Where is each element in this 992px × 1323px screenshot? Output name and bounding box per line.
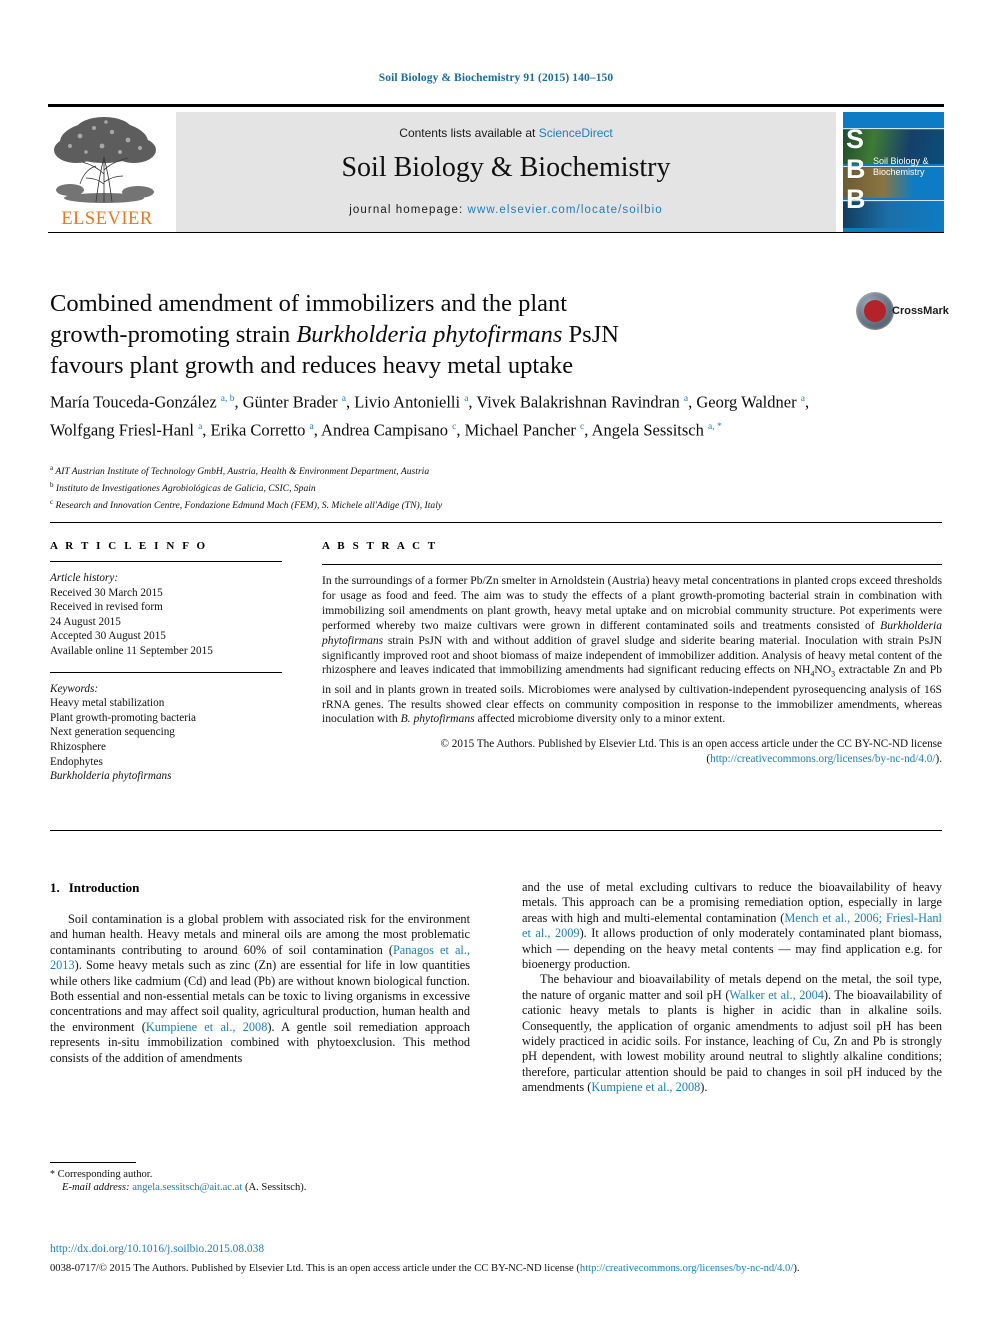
abstract-heading: A B S T R A C T bbox=[322, 540, 438, 552]
journal-cover-thumbnail: SBB Soil Biology & Biochemistry bbox=[843, 112, 944, 232]
history-item: Available online 11 September 2015 bbox=[50, 644, 213, 657]
affiliation-mark: c bbox=[50, 497, 54, 506]
history-item: Received 30 March 2015 bbox=[50, 586, 163, 599]
footnote-email-line: E-mail address: angela.sessitsch@ait.ac.… bbox=[50, 1181, 470, 1194]
keyword-item: Next generation sequencing bbox=[50, 726, 175, 739]
affiliation-list: a AIT Austrian Institute of Technology G… bbox=[50, 462, 810, 512]
contents-available-line: Contents lists available at ScienceDirec… bbox=[176, 126, 836, 140]
journal-reference: Soil Biology & Biochemistry 91 (2015) 14… bbox=[378, 72, 614, 84]
journal-masthead: ELSEVIER Contents lists available at Sci… bbox=[48, 104, 944, 234]
affiliation-item: b Instituto de Investigationes Agrobioló… bbox=[50, 479, 810, 496]
abstract-body: In the surroundings of a former Pb/Zn sm… bbox=[322, 574, 942, 726]
cover-journal-title: Soil Biology & Biochemistry bbox=[873, 156, 929, 177]
issn-copyright-line: 0038-0717/© 2015 The Authors. Published … bbox=[50, 1263, 800, 1274]
keywords-label: Keywords: bbox=[50, 682, 99, 695]
paragraph: Soil contamination is a global problem w… bbox=[50, 912, 470, 1065]
footnote-corresponding-line: * Corresponding author. bbox=[50, 1168, 470, 1181]
elsevier-wordmark: ELSEVIER bbox=[61, 209, 153, 229]
keyword-item-species: Burkholderia phytofirmans bbox=[50, 770, 172, 783]
homepage-url-link[interactable]: www.elsevier.com/locate/soilbio bbox=[468, 204, 663, 216]
masthead-bottom-rule bbox=[48, 232, 944, 233]
sciencedirect-link[interactable]: ScienceDirect bbox=[539, 126, 613, 140]
title-line-2-prefix: growth-promoting strain bbox=[50, 321, 297, 348]
crossmark-badge[interactable]: CrossMark bbox=[856, 292, 949, 338]
affiliation-text: Instituto de Investigationes Agrobiológi… bbox=[55, 482, 316, 494]
body-column-right: and the use of metal excluding cultivars… bbox=[522, 880, 942, 1096]
affiliation-text: Research and Innovation Centre, Fondazio… bbox=[55, 499, 443, 511]
email-link[interactable]: angela.sessitsch@ait.ac.at bbox=[132, 1182, 242, 1193]
article-history-label: Article history: bbox=[50, 572, 119, 584]
journal-homepage-line: journal homepage: www.elsevier.com/locat… bbox=[176, 204, 836, 216]
abstract-rule bbox=[322, 564, 942, 565]
masthead-center-panel: Contents lists available at ScienceDirec… bbox=[176, 112, 836, 232]
homepage-label: journal homepage: bbox=[349, 204, 468, 216]
crossmark-label: CrossMark bbox=[892, 305, 949, 317]
email-address-label: E-mail address: bbox=[62, 1182, 130, 1194]
abstract-column: A B S T R A C T In the surroundings of a… bbox=[322, 540, 942, 767]
doi-link[interactable]: http://dx.doi.org/10.1016/j.soilbio.2015… bbox=[50, 1243, 264, 1255]
corresponding-author-text: Corresponding author. bbox=[57, 1169, 153, 1180]
title-line-2-suffix: PsJN bbox=[562, 321, 619, 348]
journal-title: Soil Biology & Biochemistry bbox=[341, 152, 671, 183]
paragraph: and the use of metal excluding cultivars… bbox=[522, 880, 943, 972]
affiliation-text: AIT Austrian Institute of Technology Gmb… bbox=[55, 466, 430, 478]
affiliation-mark: b bbox=[50, 480, 54, 489]
affiliation-item: a AIT Austrian Institute of Technology G… bbox=[50, 462, 810, 479]
keyword-item: Heavy metal stabilization bbox=[50, 697, 165, 710]
elsevier-tree-icon bbox=[50, 112, 162, 206]
keywords-rule bbox=[50, 671, 282, 673]
article-info-column: A R T I C L E I N F O Article history: R… bbox=[50, 540, 282, 784]
article-history: Article history: Received 30 March 2015 … bbox=[50, 571, 282, 659]
asterisk-icon: * bbox=[50, 1169, 55, 1180]
paper-page: Soil Biology & Biochemistry 91 (2015) 14… bbox=[0, 0, 992, 1323]
affiliation-mark: a bbox=[50, 464, 54, 472]
title-line-3: favours plant growth and reduces heavy m… bbox=[50, 352, 574, 379]
title-species-name: Burkholderia phytofirmans bbox=[296, 321, 563, 348]
body-column-left: 1. Introduction Soil contamination is a g… bbox=[50, 880, 470, 1066]
info-section-bottom-rule bbox=[50, 830, 942, 831]
footnote-rule bbox=[50, 1162, 136, 1163]
email-owner: (A. Sessitsch). bbox=[244, 1182, 307, 1194]
keywords-block: Keywords: Heavy metal stabilization Plan… bbox=[50, 682, 282, 784]
keyword-item: Rhizosphere bbox=[50, 740, 106, 753]
section-heading-introduction: 1. Introduction bbox=[50, 880, 470, 896]
keyword-item: Plant growth-promoting bacteria bbox=[50, 711, 197, 724]
elsevier-logo: ELSEVIER bbox=[48, 112, 166, 232]
title-line-1: Combined amendment of immobilizers and t… bbox=[50, 290, 568, 317]
cover-initials: SBB bbox=[846, 124, 866, 214]
keyword-item: Endophytes bbox=[50, 755, 103, 768]
crossmark-inner-dot bbox=[864, 300, 886, 322]
affiliation-item: c Research and Innovation Centre, Fondaz… bbox=[50, 496, 810, 513]
section-title: Introduction bbox=[68, 880, 140, 895]
history-item: 24 August 2015 bbox=[50, 615, 121, 628]
info-section-top-rule bbox=[50, 522, 942, 523]
author-list: María Touceda-González a, b, Günter Brad… bbox=[50, 392, 810, 440]
page-title: Combined amendment of immobilizers and t… bbox=[50, 288, 750, 381]
contents-prefix: Contents lists available at bbox=[399, 126, 539, 140]
abstract-copyright: © 2015 The Authors. Published by Elsevie… bbox=[440, 738, 943, 765]
article-info-heading: A R T I C L E I N F O bbox=[50, 540, 208, 552]
masthead-top-rule bbox=[48, 104, 944, 107]
paragraph: The behaviour and bioavailability of met… bbox=[522, 972, 942, 1095]
history-item: Received in revised form bbox=[50, 601, 163, 614]
section-number: 1. bbox=[50, 880, 60, 895]
history-item: Accepted 30 August 2015 bbox=[50, 630, 166, 643]
crossmark-icon bbox=[856, 292, 894, 330]
corresponding-author-footnote: * Corresponding author. E-mail address: … bbox=[50, 1162, 470, 1195]
article-info-rule bbox=[50, 561, 282, 562]
